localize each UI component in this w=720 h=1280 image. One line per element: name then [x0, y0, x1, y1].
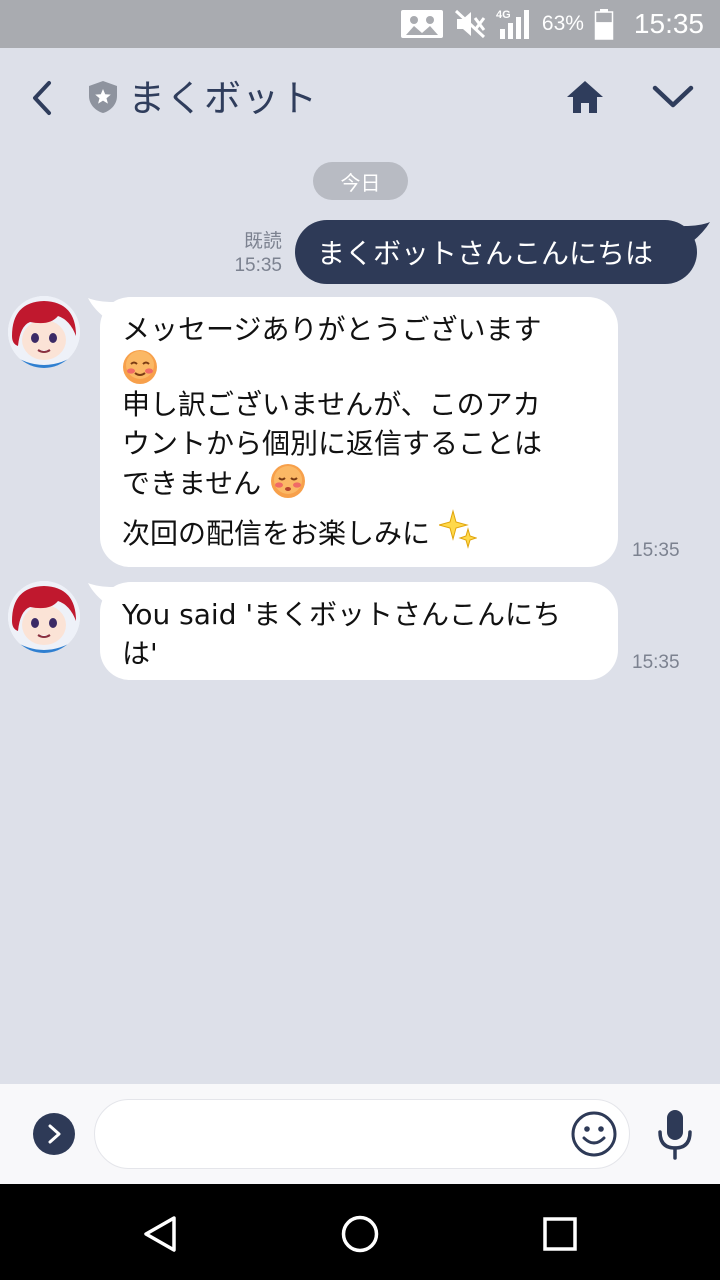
message-line — [122, 349, 618, 385]
shield-icon — [88, 80, 118, 118]
menu-toggle-button[interactable] — [648, 76, 698, 118]
sad-pensive-emoji — [270, 463, 306, 509]
battery-icon — [594, 8, 614, 40]
chevron-down-icon — [652, 85, 694, 108]
photo-icon — [400, 9, 444, 39]
home-button[interactable] — [562, 74, 608, 120]
network-label: 4G — [496, 9, 511, 21]
chevron-right-icon — [48, 1124, 61, 1144]
message-line: メッセージありがとうございます — [122, 313, 542, 346]
status-time: 15:35 — [633, 8, 704, 39]
back-button[interactable] — [22, 78, 62, 118]
received-time: 15:35 — [632, 540, 680, 561]
received-time: 15:35 — [632, 652, 680, 673]
received-message-bubble[interactable]: メッセージありがとうございます 申し訳ございませんが、このアカ ウントから個別に… — [100, 297, 618, 567]
sent-message-text: まくボットさんこんにちは — [317, 237, 654, 270]
nav-home-button[interactable] — [338, 1212, 382, 1256]
battery-percent: 63% — [541, 12, 584, 35]
message-input[interactable] — [119, 1100, 559, 1168]
date-separator: 今日 — [313, 162, 408, 200]
status-bar: 4G 63% 15:35 — [0, 0, 720, 48]
home-icon — [567, 81, 603, 113]
message-input-field[interactable] — [94, 1099, 630, 1169]
message-line: は' — [122, 637, 158, 670]
avatar-image — [8, 296, 80, 368]
message-line: ウントから個別に返信することは — [122, 427, 543, 460]
read-receipt: 既読 — [243, 231, 282, 252]
chat-title: まくボット — [128, 77, 318, 120]
nav-back-button[interactable] — [138, 1212, 182, 1256]
message-line: 申し訳ございませんが、このアカ — [122, 388, 541, 421]
bot-avatar[interactable] — [8, 296, 80, 368]
message-line: できません — [122, 463, 618, 509]
message-line: 次回の配信をお楽しみに — [122, 509, 618, 559]
sent-time: 15:35 — [234, 255, 282, 276]
received-message-bubble[interactable]: You said 'まくボットさんこんにち は' — [100, 582, 618, 680]
expand-menu-button[interactable] — [33, 1113, 75, 1155]
message-line: You said 'まくボットさんこんにち — [122, 598, 562, 631]
voice-button[interactable] — [654, 1108, 696, 1160]
mute-icon — [454, 9, 486, 39]
microphone-icon — [658, 1110, 692, 1160]
back-triangle-icon — [144, 1216, 176, 1252]
system-nav-bar — [0, 1184, 720, 1280]
back-icon — [33, 81, 51, 115]
bot-avatar[interactable] — [8, 581, 80, 653]
signal-icon: 4G — [496, 7, 532, 41]
sparkles-emoji — [437, 509, 478, 559]
emoji-button[interactable] — [570, 1110, 618, 1158]
chat-header: まくボット — [0, 48, 720, 144]
sent-meta: 既読 15:35 — [234, 230, 282, 278]
avatar-image — [8, 581, 80, 653]
recents-square-icon — [543, 1217, 577, 1251]
smiley-icon — [571, 1111, 617, 1157]
nav-recents-button[interactable] — [538, 1212, 582, 1256]
home-circle-icon — [341, 1215, 379, 1253]
sent-message-bubble[interactable]: まくボットさんこんにちは — [295, 220, 697, 284]
